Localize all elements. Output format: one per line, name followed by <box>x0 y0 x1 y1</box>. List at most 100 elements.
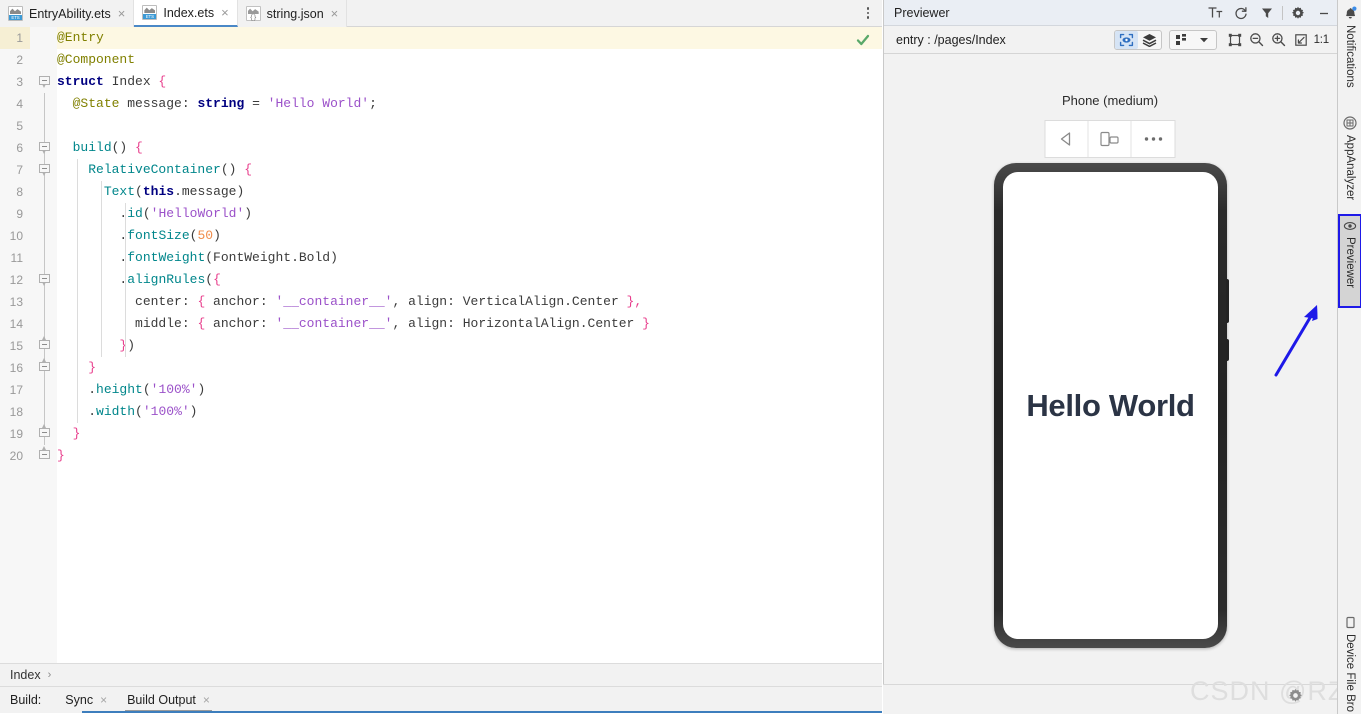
build-progress-underline <box>82 711 882 713</box>
ok-check-icon[interactable] <box>856 33 870 47</box>
build-tab-sync[interactable]: Sync × <box>55 687 117 713</box>
build-tool-bar: Build: Sync × Build Output × <box>0 687 882 713</box>
fold-cell[interactable] <box>30 423 57 445</box>
previewer-title-bar: Previewer <box>884 0 1337 26</box>
fold-cell[interactable] <box>30 71 57 93</box>
fold-cell[interactable] <box>30 335 57 357</box>
code-text: }) <box>57 335 135 357</box>
more-options-icon[interactable] <box>1132 121 1175 157</box>
tool-strip-item-previewer[interactable]: Previewer <box>1338 214 1361 308</box>
rotate-left-icon[interactable] <box>1046 121 1089 157</box>
filter-icon[interactable] <box>1254 0 1280 26</box>
fold-collapse-icon[interactable] <box>39 274 50 287</box>
line-number: 6 <box>0 137 30 159</box>
line-number: 17 <box>0 379 30 401</box>
close-icon[interactable]: × <box>220 6 230 19</box>
zoom-in-icon[interactable] <box>1268 30 1290 50</box>
code-line[interactable]: 17 .height('100%') <box>0 379 882 401</box>
chevron-down-icon[interactable] <box>1193 31 1216 49</box>
zoom-ratio-label[interactable]: 1:1 <box>1312 34 1337 46</box>
tool-strip-label: Device File Bro <box>1344 634 1356 712</box>
previewer-title: Previewer <box>894 5 950 20</box>
build-label: Build: <box>10 693 42 707</box>
line-number: 20 <box>0 445 30 467</box>
code-text: .width('100%') <box>57 401 197 423</box>
code-line[interactable]: 20 } <box>0 445 882 467</box>
breadcrumb-item-index[interactable]: Index <box>10 668 41 682</box>
code-line[interactable]: 3 struct Index { <box>0 71 882 93</box>
editor-tab-index[interactable]: Index.ets × <box>134 0 238 27</box>
minimize-icon[interactable] <box>1311 0 1337 26</box>
build-tab-build-output[interactable]: Build Output × <box>117 687 220 713</box>
editor-tab-stringjson[interactable]: string.json × <box>237 0 348 27</box>
fold-expand-icon[interactable] <box>39 358 50 375</box>
vertical-dots-icon[interactable] <box>854 0 882 26</box>
gear-icon[interactable] <box>1285 0 1311 26</box>
tool-strip-item-notifications[interactable]: Notifications <box>1338 2 1361 88</box>
close-icon[interactable]: × <box>330 7 340 20</box>
code-line[interactable]: 2 @Component <box>0 49 882 71</box>
line-number: 13 <box>0 291 30 313</box>
close-icon[interactable]: × <box>100 693 107 707</box>
code-line[interactable]: 9 .id('HelloWorld') <box>0 203 882 225</box>
device-preview-frame[interactable]: Hello World <box>994 163 1229 648</box>
editor-tab-entryability[interactable]: EntryAbility.ets × <box>0 0 135 27</box>
phone-screen[interactable]: Hello World <box>1003 172 1218 639</box>
fold-expand-icon[interactable] <box>39 424 50 441</box>
code-line[interactable]: 4 @State message: string = 'Hello World'… <box>0 93 882 115</box>
fold-expand-icon[interactable] <box>39 446 50 463</box>
previewer-path-label: entry : /pages/Index <box>896 32 1006 47</box>
tool-strip-item-device-file-browser[interactable]: Device File Bro <box>1338 612 1361 712</box>
layers-icon[interactable] <box>1138 31 1161 49</box>
divider <box>1282 5 1283 20</box>
code-text: @Component <box>57 52 136 67</box>
fold-collapse-icon[interactable] <box>39 76 50 89</box>
preview-hello-world-text: Hello World <box>1026 387 1195 423</box>
fold-cell[interactable] <box>30 269 57 291</box>
code-line[interactable]: 13 center: { anchor: '__container__', al… <box>0 291 882 313</box>
analyzer-icon <box>1343 116 1357 130</box>
tool-strip-label: Previewer <box>1344 237 1356 289</box>
tool-strip-item-appanalyzer[interactable]: AppAnalyzer <box>1338 112 1361 200</box>
inspector-eye-icon[interactable] <box>1114 30 1138 49</box>
code-line[interactable]: 11 .fontWeight(FontWeight.Bold) <box>0 247 882 269</box>
fold-cell[interactable] <box>30 159 57 181</box>
close-icon[interactable]: × <box>203 693 210 707</box>
fit-to-window-icon[interactable] <box>1290 30 1312 50</box>
text-size-icon[interactable] <box>1202 0 1228 26</box>
line-number: 8 <box>0 181 30 203</box>
code-text: build() { <box>72 140 143 155</box>
code-line[interactable]: 10 .fontSize(50) <box>0 225 882 247</box>
fold-cell[interactable] <box>30 445 57 467</box>
code-editor[interactable]: 1 @Entry 2 @Component 3 struct Index {4… <box>0 27 882 663</box>
gear-icon[interactable] <box>1288 688 1303 703</box>
code-line[interactable]: 12 .alignRules({ <box>0 269 882 291</box>
tool-strip-label: Notifications <box>1344 25 1356 88</box>
fold-cell <box>30 203 57 225</box>
breadcrumb[interactable]: Index › <box>0 663 882 687</box>
code-line[interactable]: 6 build() { <box>0 137 882 159</box>
code-line[interactable]: 7 RelativeContainer() { <box>0 159 882 181</box>
code-line[interactable]: 19 } <box>0 423 882 445</box>
code-line[interactable]: 15 }) <box>0 335 882 357</box>
fold-expand-icon[interactable] <box>39 336 50 353</box>
close-icon[interactable]: × <box>117 7 127 20</box>
zoom-out-icon[interactable] <box>1246 30 1268 50</box>
bounds-frame-icon[interactable] <box>1224 30 1246 50</box>
code-line[interactable]: 5 <box>0 115 882 137</box>
code-line[interactable]: 16 } <box>0 357 882 379</box>
fold-collapse-icon[interactable] <box>39 164 50 177</box>
code-line[interactable]: 18 .width('100%') <box>0 401 882 423</box>
fold-collapse-icon[interactable] <box>39 142 50 155</box>
code-line[interactable]: 8 Text(this.message) <box>0 181 882 203</box>
fold-cell[interactable] <box>30 137 57 159</box>
fold-cell[interactable] <box>30 357 57 379</box>
device-file-icon <box>1344 616 1357 629</box>
orientation-toggle-icon[interactable] <box>1089 121 1132 157</box>
code-content[interactable]: 1 @Entry 2 @Component 3 struct Index {4… <box>0 27 882 663</box>
code-line[interactable]: 14 middle: { anchor: '__container__', al… <box>0 313 882 335</box>
grid-layout-icon[interactable] <box>1170 31 1193 49</box>
code-text: .fontWeight(FontWeight.Bold) <box>57 247 338 269</box>
refresh-icon[interactable] <box>1228 0 1254 26</box>
code-line[interactable]: 1 @Entry <box>0 27 882 49</box>
